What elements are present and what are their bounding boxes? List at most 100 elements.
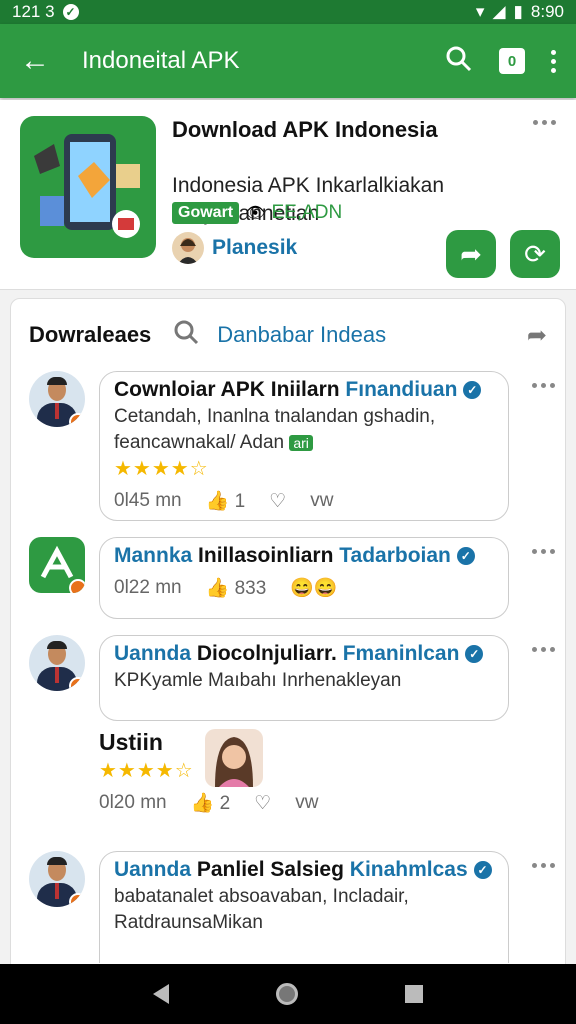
verified-icon: ✓ — [463, 381, 482, 400]
post-title: Cownloiar APK Iniilarn Fınandiuan ✓ — [114, 378, 494, 402]
post-meta: 0l20 mn 👍 2 ♡ vw — [99, 791, 399, 815]
publisher[interactable]: Planesik — [172, 232, 297, 264]
more-options-icon[interactable] — [551, 49, 556, 73]
search-icon[interactable] — [173, 319, 199, 351]
verified-icon: ✓ — [465, 645, 484, 664]
thumbs-up-icon: 👍 — [205, 491, 230, 512]
post-line1: Cetandah, Inanlna tnalandan gshadin, — [114, 406, 436, 427]
more-options-icon[interactable] — [532, 863, 555, 868]
app-subtitle-line1: Indonesia APK Inkarlalkiakan — [172, 174, 445, 197]
post-time: 0l22 mn — [114, 577, 182, 598]
more-options-icon[interactable] — [532, 549, 555, 554]
status-time-left: 121 3 — [12, 2, 55, 21]
verified-icon: ✓ — [473, 861, 492, 880]
more-options-icon[interactable] — [533, 120, 556, 125]
post-bubble[interactable]: Cownloiar APK Iniilarn Fınandiuan ✓ Ceta… — [99, 371, 509, 521]
battery-icon: ▮ — [513, 2, 523, 21]
app-tag-text: EE,ADN — [271, 202, 343, 223]
post-title: Uannda Diocolnjuliarr. Fmaninlcan ✓ — [114, 642, 494, 666]
like-count: 2 — [219, 793, 231, 814]
like-count: 833 — [234, 578, 267, 599]
post-title: Mannka Inillasoinliarn Tadarboian ✓ — [114, 544, 494, 568]
more-options-icon[interactable] — [532, 383, 555, 388]
publisher-name[interactable]: Planesik — [212, 236, 297, 260]
post-meta: 0l45 mn 👍 1 ♡ vw — [114, 489, 494, 513]
avatar — [29, 371, 85, 427]
emoji-icon: 😄😄 — [290, 578, 338, 599]
post-title-prefix[interactable]: Uannda — [114, 642, 191, 665]
thumbs-up-icon: 👍 — [190, 793, 215, 814]
post-line1: babatanalet absoavaban, Incladair, — [114, 886, 409, 907]
avatar — [29, 635, 85, 691]
nav-recents-icon[interactable] — [404, 985, 423, 1003]
downloads-card: Dowraleaes Danbabar Indeas ➦ Cownloiar A… — [10, 298, 566, 978]
post-line1: KPKyamle Maıbahı Inrhenakleyan — [114, 670, 402, 691]
more-options-icon[interactable] — [532, 647, 555, 652]
check-icon: ✓ — [62, 4, 79, 20]
badge-icon — [69, 413, 85, 427]
post-extra: vw — [310, 490, 334, 511]
mini-tag: ari — [289, 435, 313, 451]
post-title-blue[interactable]: Fınandiuan — [345, 378, 457, 401]
card-label: Dowraleaes — [29, 322, 152, 347]
badge-icon — [69, 677, 85, 691]
like-count: 1 — [234, 491, 246, 512]
like-button[interactable]: 👍 1 — [206, 489, 246, 513]
back-arrow-icon[interactable]: ← — [0, 44, 70, 78]
verified-icon: ✓ — [456, 547, 475, 566]
post-title-blue[interactable]: Kinahmlcas — [350, 858, 468, 881]
post-time: 0l20 mn — [99, 792, 167, 813]
app-avatar — [29, 537, 85, 593]
post-time: 0l45 mn — [114, 490, 182, 511]
status-bar: 121 3 ✓ ▾ ◢ ▮ 8:90 — [0, 0, 576, 24]
post-title-blue[interactable]: Fmaninlcan — [343, 642, 460, 665]
rating-stars: ★★★★☆ — [114, 458, 209, 480]
post-title-text: Inillasoinliarn — [198, 544, 334, 567]
app-header: Download APK Indonesia Indonesia APK Ink… — [0, 100, 576, 290]
post-extra: vw — [295, 792, 319, 813]
post-title-blue[interactable]: Tadarboian — [339, 544, 451, 567]
post-line2: feancawnakal/ Adan ari — [114, 432, 494, 454]
app-bar-title: Indoneital APK — [82, 47, 240, 74]
card-link[interactable]: Danbabar Indeas — [217, 322, 386, 348]
post-line2: RatdraunsaMikan — [114, 912, 263, 933]
post-title-text: Cownloiar APK Iniilarn — [114, 378, 340, 401]
avatar — [172, 232, 204, 264]
post-title-text: Panliel Salsieg — [196, 858, 344, 881]
refresh-button[interactable]: ⟳ — [510, 230, 560, 278]
app-title: Download APK Indonesia — [172, 117, 438, 142]
notification-badge[interactable]: 0 — [499, 48, 525, 74]
search-icon[interactable] — [445, 45, 473, 78]
avatar — [29, 851, 85, 907]
heart-icon[interactable]: ♡ — [254, 792, 271, 815]
thumbs-up-icon: 👍 — [205, 578, 230, 599]
heart-icon[interactable]: ♡ — [269, 490, 286, 513]
post-bubble[interactable]: Uannda Diocolnjuliarr. Fmaninlcan ✓ KPKy… — [99, 635, 509, 721]
signal-icon: ◢ — [492, 2, 506, 21]
like-button[interactable]: 👍 833 — [206, 576, 267, 600]
post-meta: 0l22 mn 👍 833 😄😄 — [114, 576, 494, 600]
app-icon — [20, 116, 156, 258]
post-title-prefix[interactable]: Uannda — [114, 858, 191, 881]
post-bubble[interactable]: Uannda Panliel Salsieg Kinahmlcas ✓ baba… — [99, 851, 509, 963]
status-time-right: 8:90 — [530, 2, 564, 21]
app-tag-row: Gowart 👁 EE,ADN — [172, 202, 342, 224]
system-nav-bar — [0, 964, 576, 1024]
card-header: Dowraleaes Danbabar Indeas ➦ — [29, 319, 547, 351]
nav-back-icon[interactable] — [153, 984, 170, 1004]
badge-icon — [69, 579, 85, 593]
refresh-icon: ⟳ — [524, 238, 546, 269]
share-icon[interactable]: ➦ — [527, 321, 547, 350]
eye-icon: 👁 — [245, 205, 266, 222]
like-button[interactable]: 👍 2 — [191, 791, 231, 815]
share-arrow-icon: ➦ — [460, 238, 482, 269]
post-thumbnail[interactable] — [205, 729, 263, 787]
share-button[interactable]: ➦ — [446, 230, 496, 278]
app-tag: Gowart — [172, 202, 240, 224]
nav-home-icon[interactable] — [275, 983, 298, 1005]
post-bubble[interactable]: Mannka Inillasoinliarn Tadarboian ✓ 0l22… — [99, 537, 509, 619]
post-line2-text: feancawnakal/ Adan — [114, 432, 285, 453]
post-title-prefix[interactable]: Mannka — [114, 544, 192, 567]
badge-icon — [69, 893, 85, 907]
wifi-icon: ▾ — [475, 2, 485, 21]
